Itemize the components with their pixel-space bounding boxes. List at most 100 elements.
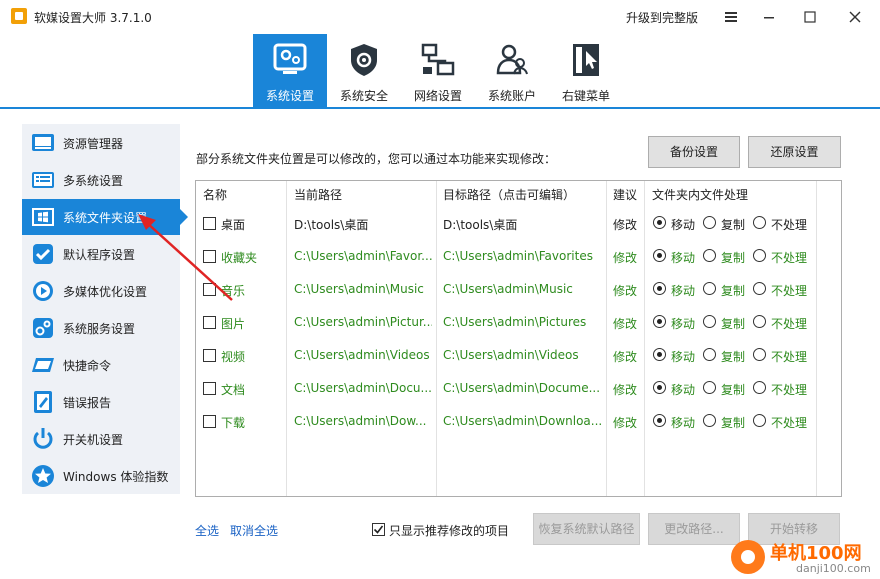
copy-label[interactable]: 复制 — [721, 348, 745, 365]
minimize-icon[interactable] — [750, 0, 788, 34]
sidebar-item-shortcuts[interactable]: 快捷命令 — [22, 347, 180, 383]
sidebar-item-services[interactable]: 系统服务设置 — [22, 310, 180, 346]
table-row[interactable]: 收藏夹 C:\Users\admin\Favor... C:\Users\admin… — [196, 240, 841, 273]
change-path-button[interactable]: 更改路径... — [648, 513, 740, 545]
sidebar-item-error-report[interactable]: 错误报告 — [22, 384, 180, 420]
copy-radio[interactable] — [703, 381, 716, 394]
tab-system-accounts[interactable]: 系统账户 — [475, 34, 549, 107]
move-label[interactable]: 移动 — [671, 348, 695, 365]
move-label[interactable]: 移动 — [671, 282, 695, 299]
header-file-handling[interactable]: 文件夹内文件处理 — [652, 186, 748, 203]
table-row[interactable]: 文档 C:\Users\admin\Docu... C:\Users\admin\D… — [196, 372, 841, 405]
target-path[interactable]: C:\Users\admin\Videos — [443, 348, 603, 362]
tab-context-menu[interactable]: 右键菜单 — [549, 34, 623, 107]
no-handling-radio[interactable] — [753, 216, 766, 229]
move-label[interactable]: 移动 — [671, 249, 695, 266]
table-row[interactable]: 音乐 C:\Users\admin\Music C:\Users\admin\Mus… — [196, 273, 841, 306]
header-name[interactable]: 名称 — [203, 186, 227, 203]
move-radio[interactable] — [653, 348, 666, 361]
select-all-link[interactable]: 全选 — [195, 522, 219, 539]
sidebar-item-default-programs[interactable]: 默认程序设置 — [22, 236, 180, 272]
row-checkbox[interactable] — [203, 217, 216, 230]
sidebar-item-multi-system[interactable]: 多系统设置 — [22, 162, 180, 198]
sidebar-item-experience-index[interactable]: Windows 体验指数 — [22, 458, 180, 494]
no-handling-radio[interactable] — [753, 414, 766, 427]
copy-label[interactable]: 复制 — [721, 249, 745, 266]
move-label[interactable]: 移动 — [671, 216, 695, 233]
upgrade-link[interactable]: 升级到完整版 — [626, 9, 698, 26]
copy-label[interactable]: 复制 — [721, 315, 745, 332]
backup-settings-button[interactable]: 备份设置 — [648, 136, 740, 168]
move-label[interactable]: 移动 — [671, 381, 695, 398]
move-radio[interactable] — [653, 381, 666, 394]
copy-radio[interactable] — [703, 315, 716, 328]
move-radio[interactable] — [653, 249, 666, 262]
monitor-gear-icon — [273, 43, 307, 74]
close-icon[interactable] — [836, 0, 874, 34]
sidebar-item-power[interactable]: 开关机设置 — [22, 421, 180, 457]
no-handling-label[interactable]: 不处理 — [771, 348, 807, 365]
target-path[interactable]: C:\Users\admin\Music — [443, 282, 603, 296]
move-radio[interactable] — [653, 282, 666, 295]
tab-label: 系统设置 — [265, 89, 314, 103]
copy-radio[interactable] — [703, 249, 716, 262]
maximize-icon[interactable] — [791, 0, 829, 34]
move-radio[interactable] — [653, 216, 666, 229]
copy-radio[interactable] — [703, 282, 716, 295]
no-handling-label[interactable]: 不处理 — [771, 381, 807, 398]
sidebar-item-multimedia[interactable]: 多媒体优化设置 — [22, 273, 180, 309]
no-handling-label[interactable]: 不处理 — [771, 414, 807, 431]
no-handling-label[interactable]: 不处理 — [771, 315, 807, 332]
row-checkbox[interactable] — [203, 283, 216, 296]
sidebar-item-label: 资源管理器 — [63, 137, 124, 151]
copy-label[interactable]: 复制 — [721, 414, 745, 431]
target-path[interactable]: C:\Users\admin\Docume... — [443, 381, 603, 395]
target-path[interactable]: C:\Users\admin\Pictures — [443, 315, 603, 329]
no-handling-label[interactable]: 不处理 — [771, 249, 807, 266]
no-handling-radio[interactable] — [753, 282, 766, 295]
tab-system-security[interactable]: 系统安全 — [327, 34, 401, 107]
table-row[interactable]: 下载 C:\Users\admin\Dow... C:\Users\admin\Do… — [196, 405, 841, 438]
move-radio[interactable] — [653, 414, 666, 427]
header-suggest[interactable]: 建议 — [613, 186, 637, 203]
move-label[interactable]: 移动 — [671, 315, 695, 332]
copy-radio[interactable] — [703, 348, 716, 361]
no-handling-radio[interactable] — [753, 381, 766, 394]
sidebar-item-system-folders[interactable]: 系统文件夹设置 — [22, 199, 188, 235]
table-row[interactable]: 视频 C:\Users\admin\Videos C:\Users\admin\Vi… — [196, 339, 841, 372]
no-handling-label[interactable]: 不处理 — [771, 282, 807, 299]
no-handling-radio[interactable] — [753, 249, 766, 262]
target-path[interactable]: C:\Users\admin\Downloa... — [443, 414, 603, 428]
row-checkbox[interactable] — [203, 349, 216, 362]
no-handling-label[interactable]: 不处理 — [771, 216, 807, 233]
restore-settings-button[interactable]: 还原设置 — [748, 136, 841, 168]
header-target-path[interactable]: 目标路径（点击可编辑） — [443, 186, 575, 203]
move-label[interactable]: 移动 — [671, 414, 695, 431]
no-handling-radio[interactable] — [753, 348, 766, 361]
sidebar-item-explorer[interactable]: 资源管理器 — [22, 125, 180, 161]
row-checkbox[interactable] — [203, 382, 216, 395]
row-checkbox[interactable] — [203, 250, 216, 263]
row-checkbox[interactable] — [203, 415, 216, 428]
copy-label[interactable]: 复制 — [721, 381, 745, 398]
hamburger-icon[interactable] — [712, 0, 750, 34]
no-handling-radio[interactable] — [753, 315, 766, 328]
tab-network-settings[interactable]: 网络设置 — [401, 34, 475, 107]
copy-radio[interactable] — [703, 216, 716, 229]
copy-radio[interactable] — [703, 414, 716, 427]
sidebar-item-label: 多媒体优化设置 — [63, 285, 148, 299]
table-row[interactable]: 图片 C:\Users\admin\Pictur... C:\Users\admin… — [196, 306, 841, 339]
tab-system-settings[interactable]: 系统设置 — [253, 34, 327, 107]
copy-label[interactable]: 复制 — [721, 216, 745, 233]
deselect-all-link[interactable]: 取消全选 — [230, 522, 278, 539]
restore-default-path-button[interactable]: 恢复系统默认路径 — [533, 513, 640, 545]
header-current-path[interactable]: 当前路径 — [294, 186, 342, 203]
copy-label[interactable]: 复制 — [721, 282, 745, 299]
only-recommended-checkbox[interactable] — [372, 523, 385, 536]
target-path[interactable]: D:\tools\桌面 — [443, 216, 603, 233]
target-path[interactable]: C:\Users\admin\Favorites — [443, 249, 603, 263]
row-checkbox[interactable] — [203, 316, 216, 329]
table-row[interactable]: 桌面 D:\tools\桌面 D:\tools\桌面 修改 移动 复制 不处理 — [196, 207, 841, 240]
default-program-icon — [33, 244, 53, 264]
move-radio[interactable] — [653, 315, 666, 328]
